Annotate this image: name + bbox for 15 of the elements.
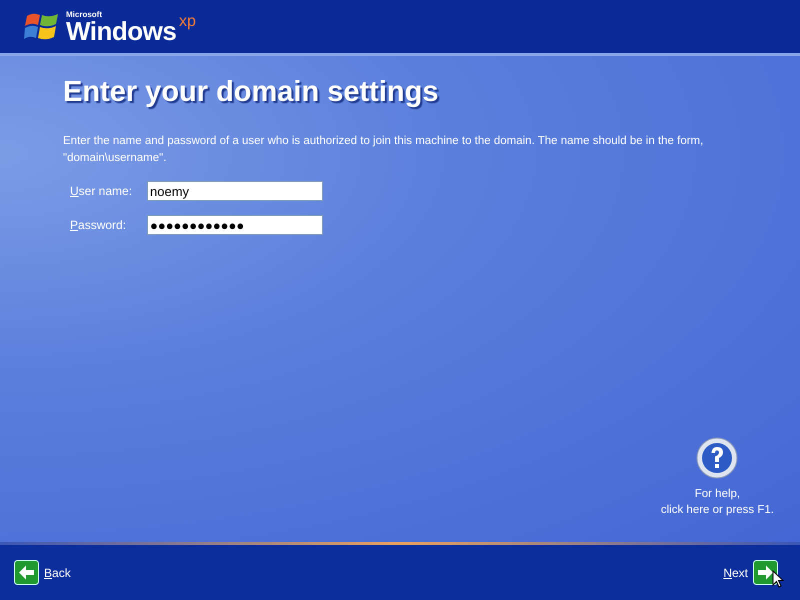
page-title: Enter your domain settings [63, 76, 440, 109]
next-button[interactable]: Next [723, 560, 778, 585]
help-icon[interactable] [695, 436, 740, 480]
logo-product: Windows [66, 18, 176, 42]
input-field[interactable]: ●●●●●●●●●●●● [147, 215, 323, 235]
mouse-cursor-icon [772, 570, 784, 588]
help-text[interactable]: For help, [694, 486, 740, 502]
logo-company: Microsoft [66, 10, 103, 18]
help-text[interactable]: click here or press F1. [660, 502, 774, 518]
back-button[interactable]: Back [14, 560, 71, 585]
logo-edition: xp [179, 14, 196, 30]
field-label: User name: [70, 184, 134, 198]
instructions: Enter the name and password of a user who is authorized to join this machine to the domain. The name should be in the form, "domain\username". [63, 134, 704, 166]
field-label: Password: [70, 218, 128, 232]
input-field[interactable]: noemy [147, 181, 323, 201]
